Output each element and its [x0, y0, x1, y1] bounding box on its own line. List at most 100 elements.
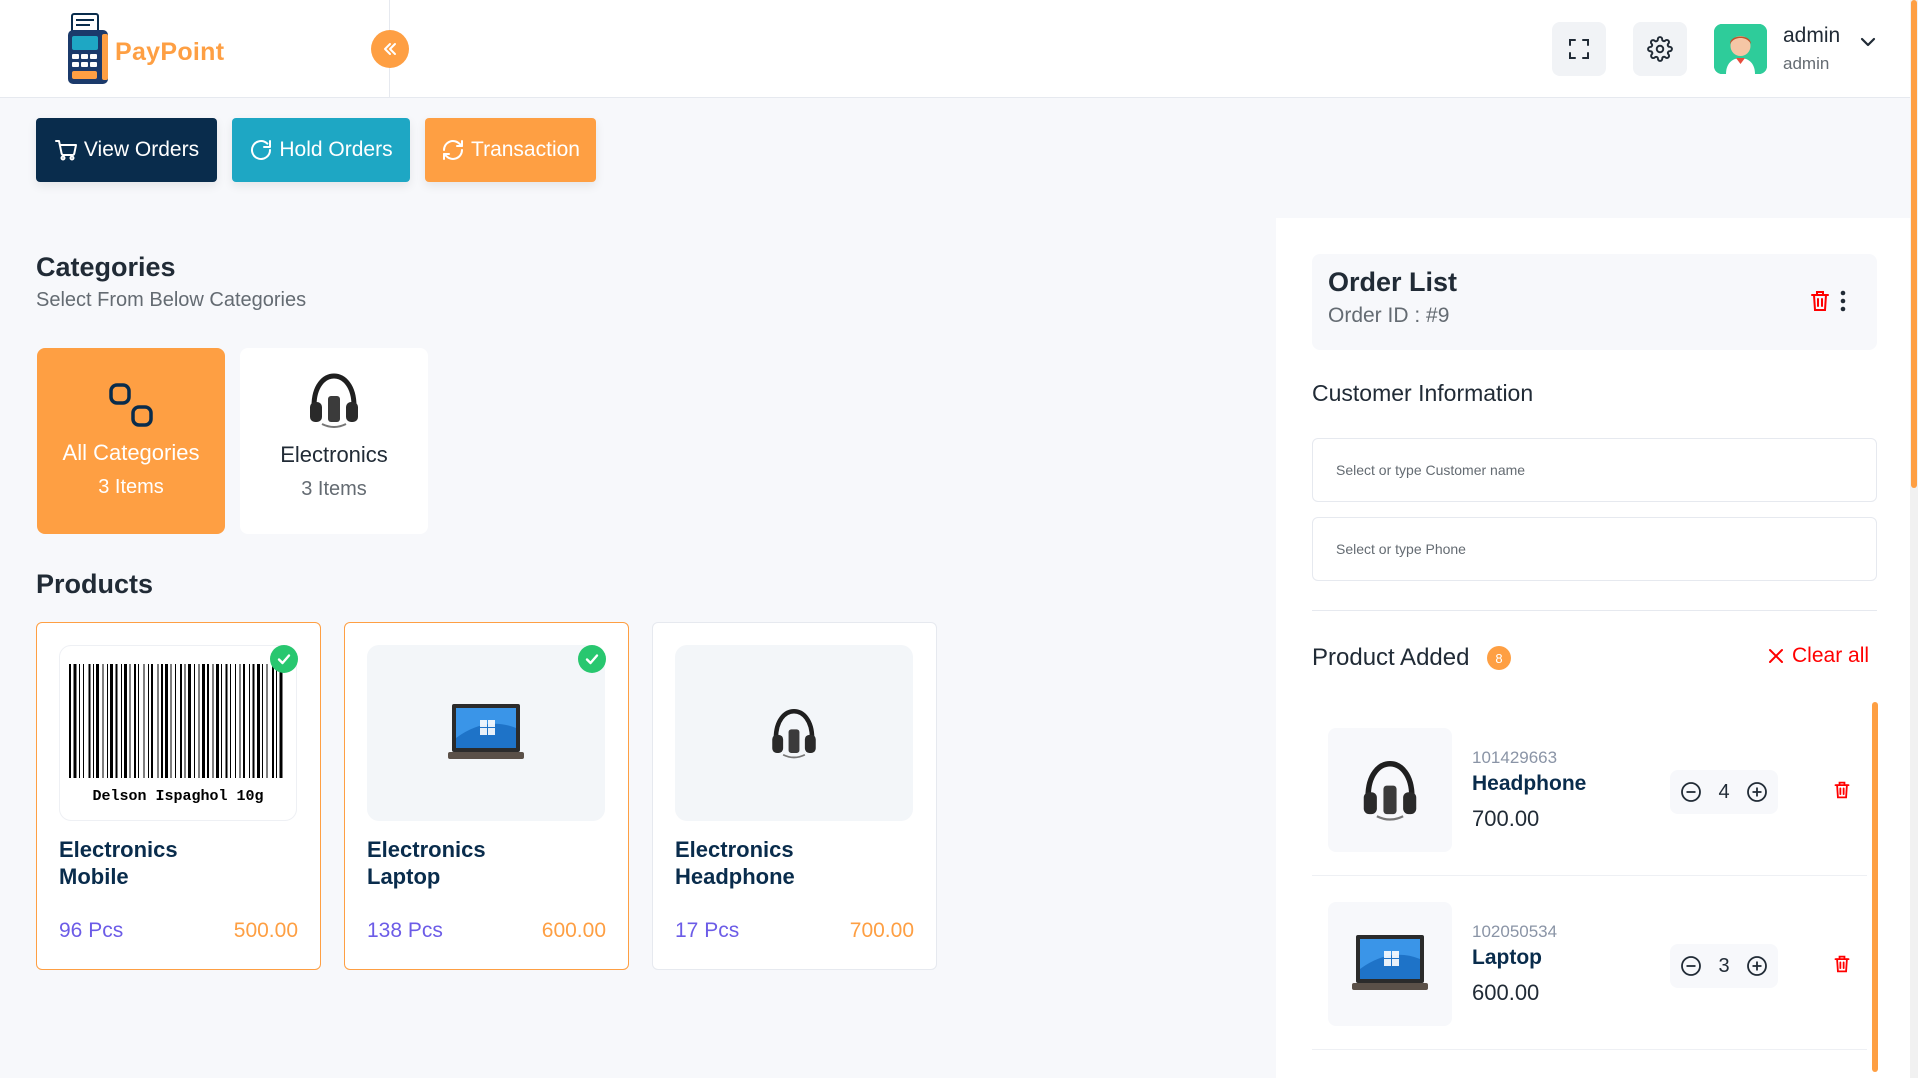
- barcode-bar: [69, 664, 71, 778]
- top-header: PayPoint admin admin: [0, 0, 1918, 98]
- close-icon: [1769, 649, 1783, 663]
- line-item-sku: 102050534: [1472, 922, 1558, 941]
- barcode-bar: [188, 664, 191, 778]
- user-avatar[interactable]: [1714, 24, 1767, 74]
- customer-name-input[interactable]: [1313, 439, 1876, 501]
- product-name: Mobile: [59, 864, 129, 889]
- barcode-bar: [257, 664, 260, 778]
- sidebar-collapse-button[interactable]: [371, 30, 409, 68]
- quantity-stepper: 3: [1670, 944, 1778, 988]
- order-panel: Order List Order ID : #9 Customer Inform…: [1276, 218, 1910, 1078]
- user-name[interactable]: admin: [1783, 24, 1840, 48]
- category-card-electronics[interactable]: Electronics 3 Items: [240, 348, 428, 534]
- product-price: 700.00: [849, 919, 914, 942]
- minus-circle-icon[interactable]: [1680, 781, 1702, 803]
- barcode-bar: [129, 664, 131, 778]
- barcode-bar: [279, 664, 283, 778]
- product-category: Electronics: [367, 837, 486, 862]
- barcode-bar: [79, 664, 80, 778]
- more-vertical-icon[interactable]: [1840, 290, 1846, 312]
- barcode-bar: [266, 664, 268, 778]
- logo-area: PayPoint: [0, 0, 390, 98]
- barcode-bar: [235, 664, 236, 778]
- trash-icon[interactable]: [1809, 289, 1831, 313]
- page-scrollbar-thumb[interactable]: [1911, 0, 1917, 488]
- transaction-button[interactable]: Transaction: [425, 118, 596, 182]
- product-card-mobile[interactable]: Delson Ispaghol 10g Electronics Mobile 9…: [36, 622, 321, 970]
- laptop-image-icon: [448, 704, 524, 759]
- order-header: Order List Order ID : #9: [1312, 254, 1877, 350]
- category-card-all[interactable]: All Categories 3 Items: [37, 348, 225, 534]
- items-scrollbar[interactable]: [1872, 702, 1878, 1072]
- barcode-bar: [243, 664, 245, 778]
- barcode-bar: [88, 664, 91, 778]
- barcode-bar: [198, 664, 200, 778]
- fullscreen-icon: [1569, 39, 1589, 59]
- barcode-bar: [180, 664, 182, 778]
- category-name: All Categories: [62, 440, 200, 465]
- product-image: [675, 645, 913, 821]
- product-name: Laptop: [367, 864, 441, 889]
- barcode-bar: [157, 664, 159, 778]
- barcode-bar: [239, 664, 241, 778]
- product-added-title: Product Added: [1312, 644, 1470, 671]
- barcode-bar: [165, 664, 168, 778]
- view-orders-button[interactable]: View Orders: [36, 118, 217, 182]
- customer-info-title: Customer Information: [1312, 380, 1534, 406]
- trash-icon[interactable]: [1833, 954, 1851, 974]
- barcode-bar: [276, 664, 277, 778]
- barcode-bar: [262, 664, 263, 778]
- barcode-bar: [272, 664, 274, 778]
- selected-check-icon: [270, 645, 298, 673]
- line-item-price: 600.00: [1472, 980, 1540, 1005]
- line-item-image: [1328, 728, 1452, 852]
- category-name: Electronics: [280, 442, 388, 467]
- minus-circle-icon[interactable]: [1680, 955, 1702, 977]
- barcode-bar: [252, 664, 255, 778]
- line-item-name: Laptop: [1472, 946, 1542, 969]
- products-title: Products: [36, 569, 154, 599]
- barcode-bar: [161, 664, 163, 778]
- settings-button[interactable]: [1633, 22, 1687, 76]
- laptop-image-icon: [1352, 935, 1428, 990]
- clear-all-button[interactable]: Clear all: [1768, 644, 1869, 668]
- pos-terminal-logo-icon: [68, 13, 108, 84]
- order-line-item: 102050534 Laptop 600.00 3: [1312, 888, 1867, 1050]
- quantity-value[interactable]: 3: [1718, 955, 1729, 978]
- avatar-person-icon: [1714, 24, 1767, 74]
- refresh-icon: [251, 140, 272, 160]
- barcode-bar: [249, 664, 250, 778]
- hold-orders-button[interactable]: Hold Orders: [232, 118, 410, 182]
- barcode-bar: [124, 664, 127, 778]
- chevron-down-icon[interactable]: [1858, 32, 1878, 52]
- user-role: admin: [1783, 54, 1830, 73]
- barcode-bar: [184, 664, 186, 778]
- quantity-value[interactable]: 4: [1718, 781, 1729, 804]
- plus-circle-icon[interactable]: [1746, 781, 1768, 803]
- barcode-bar: [102, 664, 104, 778]
- barcode-bar: [212, 664, 214, 778]
- barcode-bar: [170, 664, 172, 778]
- barcode-bar: [207, 664, 209, 778]
- customer-phone-field[interactable]: [1312, 517, 1877, 581]
- trash-icon[interactable]: [1833, 780, 1851, 800]
- barcode-caption: Delson Ispaghol 10g: [92, 788, 263, 805]
- double-chevron-left-icon: [384, 43, 396, 55]
- barcode-bar: [216, 664, 219, 778]
- headphone-icon: [310, 373, 358, 428]
- product-card-laptop[interactable]: Electronics Laptop 138 Pcs 600.00: [344, 622, 629, 970]
- categories-icon: [109, 383, 153, 427]
- product-category: Electronics: [59, 837, 178, 862]
- product-category: Electronics: [675, 837, 794, 862]
- fullscreen-button[interactable]: [1552, 22, 1606, 76]
- customer-phone-input[interactable]: [1313, 518, 1876, 580]
- barcode-bar: [225, 664, 228, 778]
- product-card-headphone[interactable]: Electronics Headphone 17 Pcs 700.00: [652, 622, 937, 970]
- order-title: Order List: [1328, 267, 1458, 297]
- customer-name-field[interactable]: [1312, 438, 1877, 502]
- headphone-image-icon: [772, 708, 816, 759]
- product-added-count-badge: 8: [1487, 646, 1511, 670]
- plus-circle-icon[interactable]: [1746, 955, 1768, 977]
- gear-icon: [1647, 36, 1673, 62]
- barcode-bar: [194, 664, 195, 778]
